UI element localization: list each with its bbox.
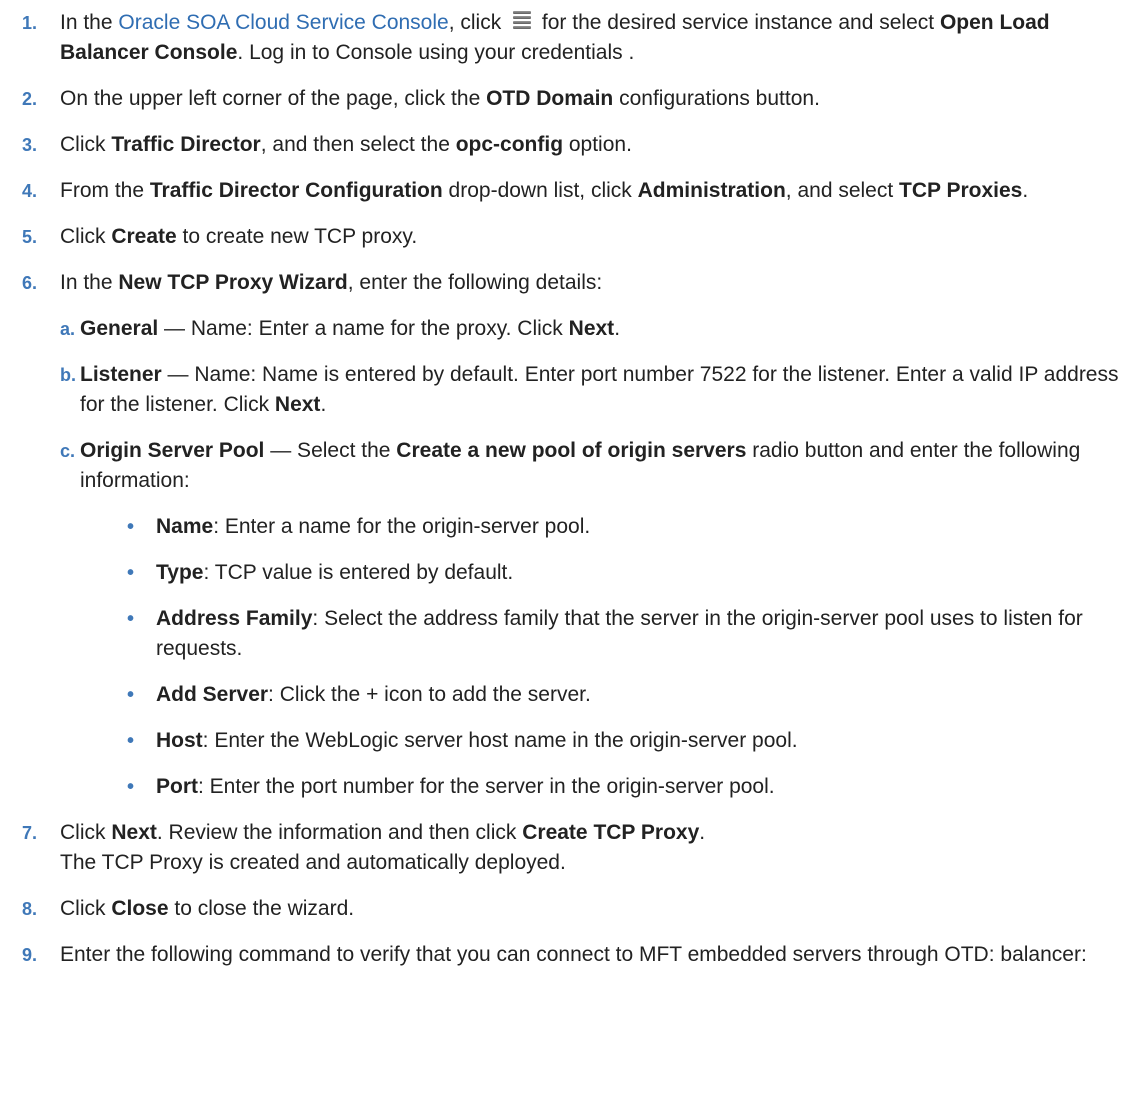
bullet-marker: • [127,562,135,584]
step-5: 5. Click Create to create new TCP proxy. [0,222,1145,252]
substep-b: b. Listener — Name: Name is entered by d… [0,360,1145,420]
bullet-item: • Type: TCP value is entered by default. [0,558,1145,588]
step-8: 8. Click Close to close the wizard. [0,894,1145,924]
substep-letter: c. [60,441,76,461]
bullet-item: • Port: Enter the port number for the se… [0,772,1145,802]
step-text: Click Traffic Director, and then select … [60,133,632,156]
substep-text: General — Name: Enter a name for the pro… [80,317,621,340]
step-number: 7. [22,823,38,843]
bullet-item: • Address Family: Select the address fam… [0,604,1145,664]
step-number: 1. [22,13,38,33]
top-spacer [0,0,1145,8]
substep-text: Origin Server Pool — Select the Create a… [80,439,1081,492]
step-4: 4. From the Traffic Director Configurati… [0,176,1145,206]
step-text: Enter the following command to verify th… [60,943,1087,966]
bullet-item: • Add Server: Click the + icon to add th… [0,680,1145,710]
step-number: 6. [22,273,38,293]
soa-console-link[interactable]: Oracle SOA Cloud Service Console [118,11,448,34]
step-text: Click Create to create new TCP proxy. [60,225,418,248]
step-number: 5. [22,227,38,247]
step-9: 9. Enter the following command to verify… [0,940,1145,970]
step-7: 7. Click Next. Review the information an… [0,818,1145,878]
hamburger-menu-icon [513,11,532,29]
step-number: 8. [22,899,38,919]
step-3: 3. Click Traffic Director, and then sele… [0,130,1145,160]
step-2: 2. On the upper left corner of the page,… [0,84,1145,114]
step-number: 2. [22,89,38,109]
step-6: 6. In the New TCP Proxy Wizard, enter th… [0,268,1145,298]
bullet-marker: • [127,684,135,706]
step-1: 1. In the Oracle SOA Cloud Service Conso… [0,8,1145,68]
bullet-marker: • [127,608,135,630]
step-text: In the Oracle SOA Cloud Service Console,… [60,11,1050,64]
step-number: 4. [22,181,38,201]
step-text: On the upper left corner of the page, cl… [60,87,820,110]
bullet-marker: • [127,730,135,752]
step-number: 3. [22,135,38,155]
step-number: 9. [22,945,38,965]
step-text: Click Next. Review the information and t… [60,821,706,844]
bullet-marker: • [127,776,135,798]
step-text: From the Traffic Director Configuration … [60,179,1029,202]
step-text: In the New TCP Proxy Wizard, enter the f… [60,271,603,294]
substep-letter: a. [60,319,76,339]
substep-letter: b. [60,365,76,385]
instruction-document: 1. In the Oracle SOA Cloud Service Conso… [0,0,1145,986]
bullet-marker: • [127,516,135,538]
step-followup-text: The TCP Proxy is created and automatical… [60,851,566,874]
step-text: Click Close to close the wizard. [60,897,355,920]
substep-a: a. General — Name: Enter a name for the … [0,314,1145,344]
substep-text: Listener — Name: Name is entered by defa… [80,363,1119,416]
bullet-item: • Host: Enter the WebLogic server host n… [0,726,1145,756]
substep-c: c. Origin Server Pool — Select the Creat… [0,436,1145,496]
bullet-item: • Name: Enter a name for the origin-serv… [0,512,1145,542]
